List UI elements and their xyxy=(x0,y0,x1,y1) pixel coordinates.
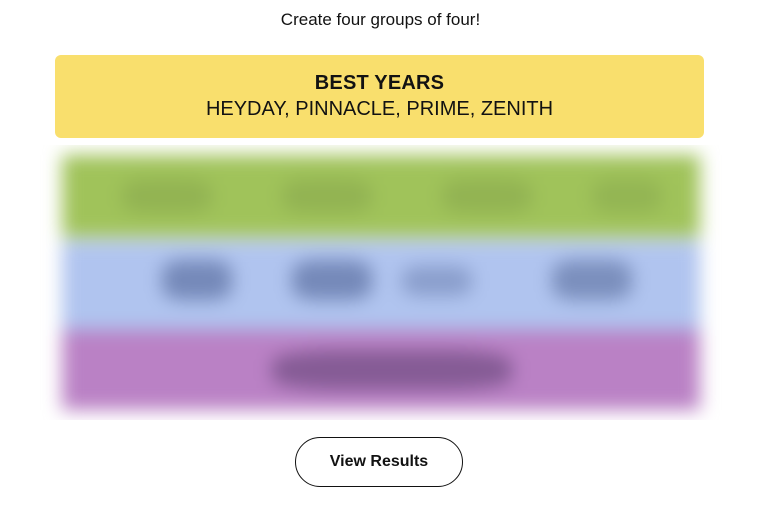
blurred-groups xyxy=(22,145,740,420)
blurred-group-purple xyxy=(62,330,700,410)
blurred-word-tile xyxy=(552,260,632,300)
blurred-word-tile xyxy=(592,179,662,213)
instructions-text: Create four groups of four! xyxy=(280,10,481,29)
solved-group-title: BEST YEARS xyxy=(314,72,445,94)
blurred-group-blue xyxy=(62,240,700,330)
blurred-group-green xyxy=(62,155,700,237)
blurred-word-tile xyxy=(442,179,532,213)
blurred-word-tile xyxy=(402,266,472,296)
game-page: Create four groups of four! BEST YEARS H… xyxy=(0,0,761,508)
blurred-word-tile xyxy=(292,260,372,300)
blurred-word-tile xyxy=(282,179,372,213)
blurred-word-tile xyxy=(162,260,232,300)
blurred-word-tile xyxy=(122,179,212,213)
blurred-groups-area xyxy=(22,145,740,420)
blurred-word-tile xyxy=(272,350,512,390)
solved-group-words: HEYDAY, PINNACLE, PRIME, ZENITH xyxy=(205,98,554,120)
solved-group-yellow: BEST YEARS HEYDAY, PINNACLE, PRIME, ZENI… xyxy=(55,55,704,138)
view-results-button[interactable]: View Results xyxy=(295,437,463,487)
